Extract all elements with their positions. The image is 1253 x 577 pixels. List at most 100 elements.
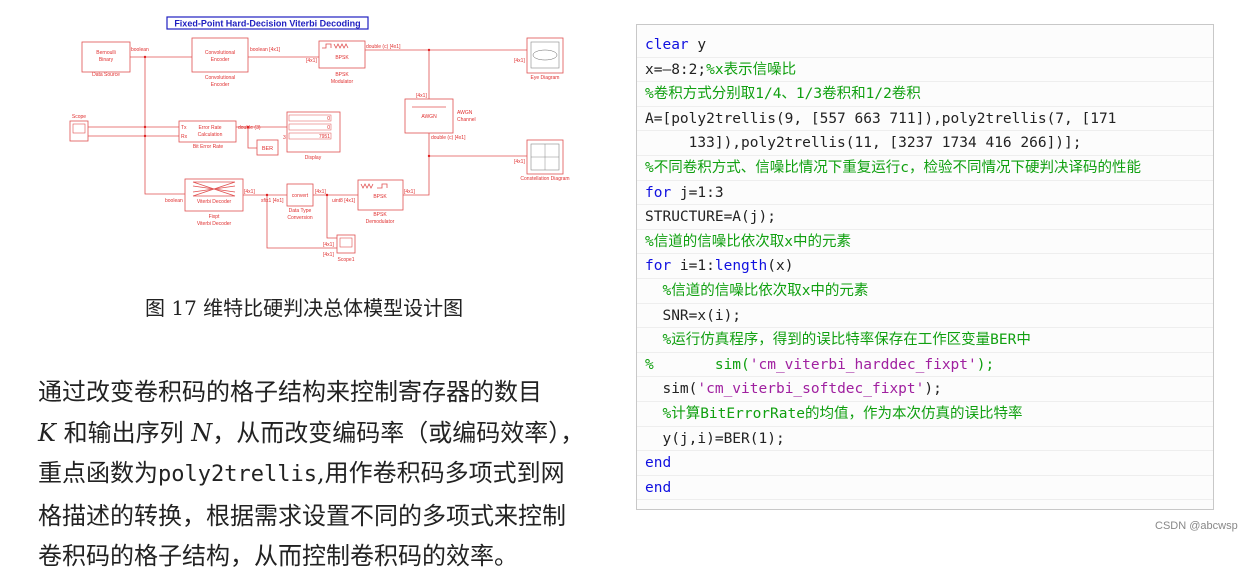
block-scope1: Scope1 xyxy=(336,234,356,263)
paragraph-line: 通过改变卷积码的格子结构来控制寄存器的数目 xyxy=(38,378,542,406)
code-comment: %信道的信噪比依次取x中的元素 xyxy=(645,282,869,299)
display-value: 0 xyxy=(327,125,330,131)
svg-text:Convolutional: Convolutional xyxy=(205,50,235,56)
code-text: STRUCTURE=A(j); xyxy=(645,209,776,226)
signal-label: 3 xyxy=(283,135,286,141)
svg-text:Viterbi Decoder: Viterbi Decoder xyxy=(197,199,232,205)
code-comment: % sim( xyxy=(645,356,750,373)
block-awgn-channel: AWGN AWGN Channel xyxy=(404,98,476,134)
paragraph-line: 格描述的转换，根据需求设置不同的多项式来控制 xyxy=(38,501,566,530)
signal-label: double (c) [4x1] xyxy=(366,44,401,50)
figure-caption: 图 17 维特比硬判决总体模型设计图 xyxy=(145,296,464,320)
code-line: clear y xyxy=(637,33,1213,58)
block-bpsk-modulator: BPSK BPSK Modulator xyxy=(318,40,366,85)
svg-text:Viterbi Decoder: Viterbi Decoder xyxy=(197,221,232,227)
code-comment: %卷积方式分别取1/4、1/3卷积和1/2卷积 xyxy=(645,86,921,103)
svg-text:BPSK: BPSK xyxy=(335,55,349,61)
code-comment: %x表示信噪比 xyxy=(706,61,797,78)
code-line: %卷积方式分别取1/4、1/3卷积和1/2卷积 xyxy=(637,82,1213,107)
inline-code: poly2trellis xyxy=(158,462,317,487)
code-line: %运行仿真程序，得到的误比特率保存在工作区变量BER中 xyxy=(637,328,1213,353)
code-keyword: for xyxy=(645,184,672,201)
svg-text:Conversion: Conversion xyxy=(287,215,313,221)
code-comment: %运行仿真程序，得到的误比特率保存在工作区变量BER中 xyxy=(645,332,1031,349)
signal-label: sfix1 [4x1] xyxy=(261,198,284,204)
code-string: 'cm_viterbi_harddec_fixpt' xyxy=(749,356,977,373)
svg-text:AWGN: AWGN xyxy=(421,114,437,120)
code-line: % sim('cm_viterbi_harddec_fixpt'); xyxy=(637,353,1213,378)
block-bpsk-demodulator: BPSK BPSK Demodulator xyxy=(357,179,404,225)
svg-text:convert: convert xyxy=(292,193,309,199)
block-constellation-diagram: Constellation Diagram xyxy=(520,139,570,182)
signal-label: double (c) [4x1] xyxy=(431,135,466,141)
code-line: end xyxy=(637,451,1213,476)
block-error-rate-calculation: Tx Rx Error Rate Calculation Bit Error R… xyxy=(178,120,237,150)
signal-label: [4x1] xyxy=(306,58,317,64)
svg-text:Convolutional: Convolutional xyxy=(205,75,235,81)
code-keyword: for xyxy=(645,258,672,275)
code-keyword: end xyxy=(645,479,672,496)
svg-text:Modulator: Modulator xyxy=(331,79,354,85)
code-line: A=[poly2trellis(9, [557 663 711]),poly2t… xyxy=(637,107,1213,132)
code-keyword: length xyxy=(714,258,768,275)
svg-text:Calculation: Calculation xyxy=(198,132,223,138)
code-line: SNR=x(i); xyxy=(637,304,1213,329)
paragraph-line: K 和输出序列 N，从而改变编码率（或编码效率）， xyxy=(38,413,618,454)
svg-text:BPSK: BPSK xyxy=(335,72,349,78)
svg-text:BPSK: BPSK xyxy=(373,212,387,218)
math-var: N xyxy=(191,418,213,447)
code-comment: %信道的信噪比依次取x中的元素 xyxy=(645,233,851,250)
body-paragraph: 通过改变卷积码的格子结构来控制寄存器的数目 K 和输出序列 N，从而改变编码率（… xyxy=(38,372,618,577)
signal-label: double (3) xyxy=(238,125,261,131)
code-text: i=1: xyxy=(671,258,715,275)
code-keyword: clear xyxy=(645,37,689,53)
text: ，从而改变编码率（或编码效率）， xyxy=(212,418,585,447)
signal-label: boolean xyxy=(131,47,149,53)
code-text: x=—8:2; xyxy=(645,61,707,78)
block-convolutional-encoder: Convolutional Encoder Convolutional Enco… xyxy=(191,37,249,88)
signal-label: uint8 [4x1] xyxy=(332,198,356,204)
svg-text:Scope1: Scope1 xyxy=(338,257,355,263)
block-display: 0 0 7951 Display xyxy=(286,111,341,161)
signal-label: [4x1] xyxy=(404,189,415,195)
svg-text:Demodulator: Demodulator xyxy=(366,219,395,225)
signal-label: [4x1] xyxy=(416,93,427,99)
svg-text:Tx: Tx xyxy=(181,125,187,131)
svg-text:Encoder: Encoder xyxy=(211,57,230,63)
code-line: %信道的信噪比依次取x中的元素 xyxy=(637,230,1213,255)
svg-text:Constellation Diagram: Constellation Diagram xyxy=(520,176,569,182)
svg-text:Eye Diagram: Eye Diagram xyxy=(531,75,560,81)
code-line: 133]),poly2trellis(11, [3237 1734 416 26… xyxy=(637,131,1213,156)
svg-text:Binary: Binary xyxy=(99,57,114,63)
signal-label: [4x1] xyxy=(315,189,326,195)
watermark: CSDN @abcwsp xyxy=(1155,520,1238,532)
code-text: j=1:3 xyxy=(671,184,724,201)
code-text: sim( xyxy=(645,381,698,398)
svg-text:Rx: Rx xyxy=(181,134,188,140)
svg-text:Display: Display xyxy=(305,155,322,161)
code-line: for j=1:3 xyxy=(637,181,1213,206)
svg-text:Bit Error Rate: Bit Error Rate xyxy=(193,144,224,150)
paragraph-line: 重点函数为poly2trellis,用作卷积码多项式到网 xyxy=(38,453,618,496)
code-text: 133]),poly2trellis(11, [3237 1734 416 26… xyxy=(645,135,1082,152)
model-title: Fixed-Point Hard-Decision Viterbi Decodi… xyxy=(174,19,360,29)
signal-label: boolean [4x1] xyxy=(250,47,281,53)
code-comment: ); xyxy=(976,356,995,373)
code-comment: %计算BitErrorRate的均值，作为本次仿真的误比特率 xyxy=(645,405,1023,422)
signal-label: [4x1] xyxy=(244,189,255,195)
simulink-model-diagram: Fixed-Point Hard-Decision Viterbi Decodi… xyxy=(69,16,570,263)
code-text: y xyxy=(688,37,707,53)
code-line: STRUCTURE=A(j); xyxy=(637,205,1213,230)
svg-text:Scope: Scope xyxy=(72,114,86,120)
code-text: SNR=x(i); xyxy=(645,307,742,324)
code-block: clear y x=—8:2;%x表示信噪比 %卷积方式分别取1/4、1/3卷积和1… xyxy=(636,24,1214,510)
svg-text:Encoder: Encoder xyxy=(211,82,230,88)
signal-label: [4x1] xyxy=(323,242,334,248)
code-line: %计算BitErrorRate的均值，作为本次仿真的误比特率 xyxy=(637,402,1213,427)
block-data-type-conversion: convert Data Type Conversion xyxy=(286,183,314,221)
text: 重点函数为 xyxy=(38,459,158,487)
code-line: end xyxy=(637,476,1213,501)
block-bernoulli-binary: Bernoulli Binary Data Source xyxy=(81,41,131,78)
code-line: y(j,i)=BER(1); xyxy=(637,427,1213,452)
svg-text:Data Source: Data Source xyxy=(92,72,120,78)
